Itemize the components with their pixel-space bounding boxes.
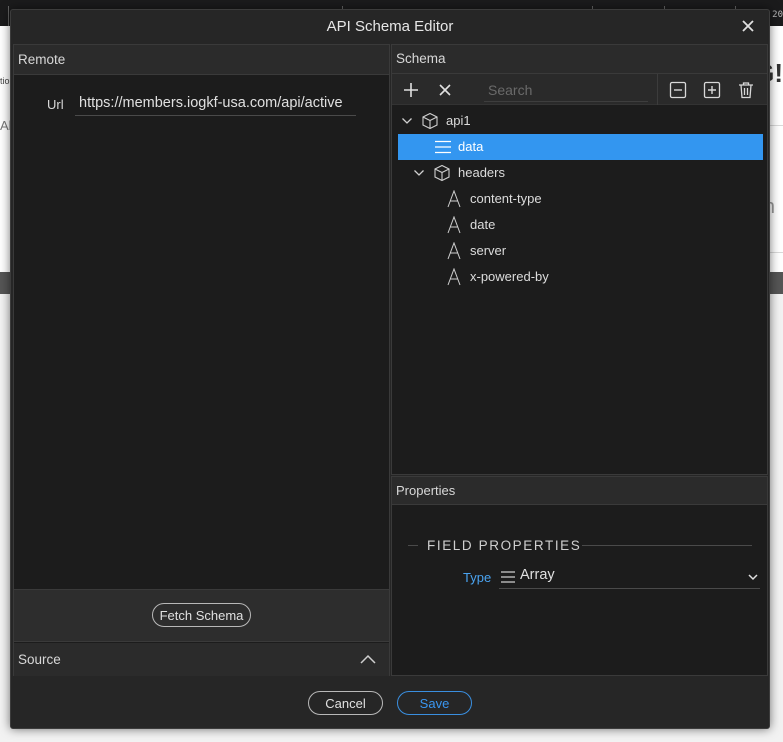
remove-field-button[interactable] — [434, 79, 456, 101]
text-icon — [447, 268, 461, 286]
section-divider — [582, 545, 752, 546]
tree-node-label: x-powered-by — [470, 269, 549, 284]
properties-panel: Properties FIELD PROPERTIES Type Array — [391, 476, 768, 676]
remote-panel-header: Remote — [14, 45, 389, 75]
tree-node-label: content-type — [470, 191, 542, 206]
remote-panel: Remote Url Fetch Schema Source — [13, 44, 390, 676]
tree-node-date[interactable]: date — [392, 212, 767, 238]
collapse-all-button[interactable] — [667, 79, 689, 101]
background-number: 20 — [772, 10, 783, 20]
tree-node-content-type[interactable]: content-type — [392, 186, 767, 212]
tree-node-api1[interactable]: api1 — [392, 108, 767, 134]
type-label: Type — [463, 570, 492, 585]
tree-node-label: headers — [458, 165, 505, 180]
expand-all-button[interactable] — [701, 79, 723, 101]
schema-search-input[interactable] — [484, 78, 648, 102]
schema-panel: Schema Search api1 data headers content-… — [391, 44, 768, 475]
background-divider — [770, 125, 783, 126]
cube-icon — [434, 164, 450, 182]
schema-panel-header: Schema — [392, 45, 767, 73]
close-icon — [742, 20, 754, 32]
tree-node-label: server — [470, 243, 507, 258]
cube-icon — [422, 112, 438, 130]
background-divider — [770, 252, 783, 253]
fetch-schema-area: Fetch Schema — [14, 589, 389, 642]
save-button[interactable]: Save — [397, 691, 472, 715]
tree-node-server[interactable]: server — [392, 238, 767, 264]
type-select[interactable]: Array — [499, 565, 760, 589]
x-icon — [439, 84, 451, 96]
tree-node-data[interactable]: data — [398, 134, 763, 160]
toolbar-divider — [657, 74, 658, 105]
expand-icon — [703, 81, 721, 99]
field-properties-title: FIELD PROPERTIES — [427, 538, 582, 553]
tree-node-label: data — [458, 139, 484, 154]
background-separator — [8, 6, 9, 26]
chevron-up-icon[interactable] — [358, 651, 378, 667]
array-icon — [501, 571, 515, 583]
chevron-down-icon — [748, 574, 758, 581]
delete-button[interactable] — [735, 79, 757, 101]
section-divider — [408, 545, 418, 546]
url-input[interactable] — [75, 91, 356, 116]
properties-panel-header: Properties — [392, 477, 767, 505]
tree-node-headers[interactable]: headers — [392, 160, 767, 186]
tree-node-label: date — [470, 217, 496, 232]
fetch-schema-button[interactable]: Fetch Schema — [152, 603, 251, 627]
text-icon — [447, 242, 461, 260]
array-icon — [435, 140, 451, 154]
source-section-header[interactable]: Source — [14, 643, 389, 676]
schema-toolbar — [392, 73, 767, 105]
text-icon — [447, 216, 461, 234]
url-label: Url — [47, 97, 64, 112]
source-label: Source — [18, 652, 61, 667]
type-select-value: Array — [520, 567, 555, 583]
dialog-title: API Schema Editor — [326, 18, 454, 35]
plus-icon — [404, 83, 418, 97]
chevron-down-icon[interactable] — [413, 167, 425, 179]
tree-node-x-powered-by[interactable]: x-powered-by — [392, 264, 767, 290]
collapse-icon — [669, 81, 687, 99]
text-icon — [447, 190, 461, 208]
add-field-button[interactable] — [400, 79, 422, 101]
tree-node-label: api1 — [446, 113, 471, 128]
background-text-fragment: tio — [0, 76, 10, 86]
dialog-title-bar: API Schema Editor — [11, 10, 769, 44]
cancel-button[interactable]: Cancel — [308, 691, 383, 715]
trash-icon — [739, 82, 753, 99]
api-schema-editor-dialog: API Schema Editor Remote Url Fetch Schem… — [10, 9, 770, 729]
chevron-down-icon[interactable] — [401, 115, 413, 127]
close-button[interactable] — [737, 15, 759, 37]
